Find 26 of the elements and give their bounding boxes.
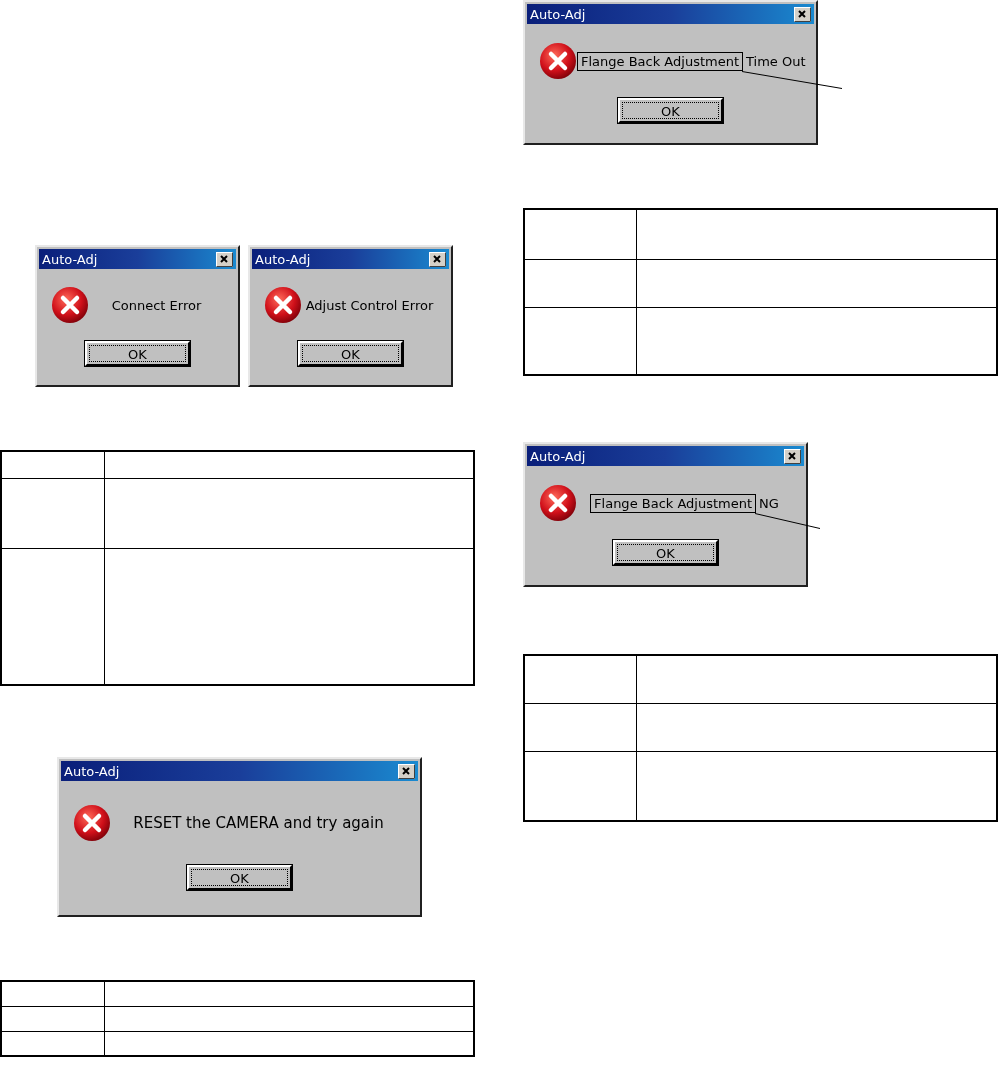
- window-title: Auto-Adj: [530, 448, 586, 464]
- leader-line: [755, 512, 821, 529]
- error-message: Connect Error: [111, 297, 202, 313]
- error-icon: [539, 484, 577, 522]
- error-message: RESET the CAMERA and try again: [133, 814, 384, 832]
- error-message: Time Out: [746, 53, 806, 69]
- close-icon[interactable]: [794, 6, 811, 22]
- ok-button[interactable]: OK: [298, 341, 403, 366]
- error-icon: [51, 286, 89, 324]
- ok-button[interactable]: OK: [618, 98, 723, 123]
- ok-button[interactable]: OK: [187, 865, 292, 890]
- ok-button[interactable]: OK: [85, 341, 190, 366]
- error-icon: [539, 42, 577, 80]
- window-title: Auto-Adj: [42, 251, 98, 267]
- close-icon[interactable]: [784, 448, 801, 464]
- close-icon[interactable]: [216, 251, 233, 267]
- window-title: Auto-Adj: [530, 6, 586, 22]
- error-message: NG: [759, 495, 779, 511]
- close-icon[interactable]: [398, 763, 415, 779]
- error-icon: [264, 286, 302, 324]
- error-message: Adjust Control Error: [305, 297, 434, 313]
- window-title: Auto-Adj: [255, 251, 311, 267]
- ok-button[interactable]: OK: [613, 540, 718, 565]
- close-icon[interactable]: [429, 251, 446, 267]
- error-icon: [73, 804, 111, 842]
- window-title: Auto-Adj: [64, 763, 120, 779]
